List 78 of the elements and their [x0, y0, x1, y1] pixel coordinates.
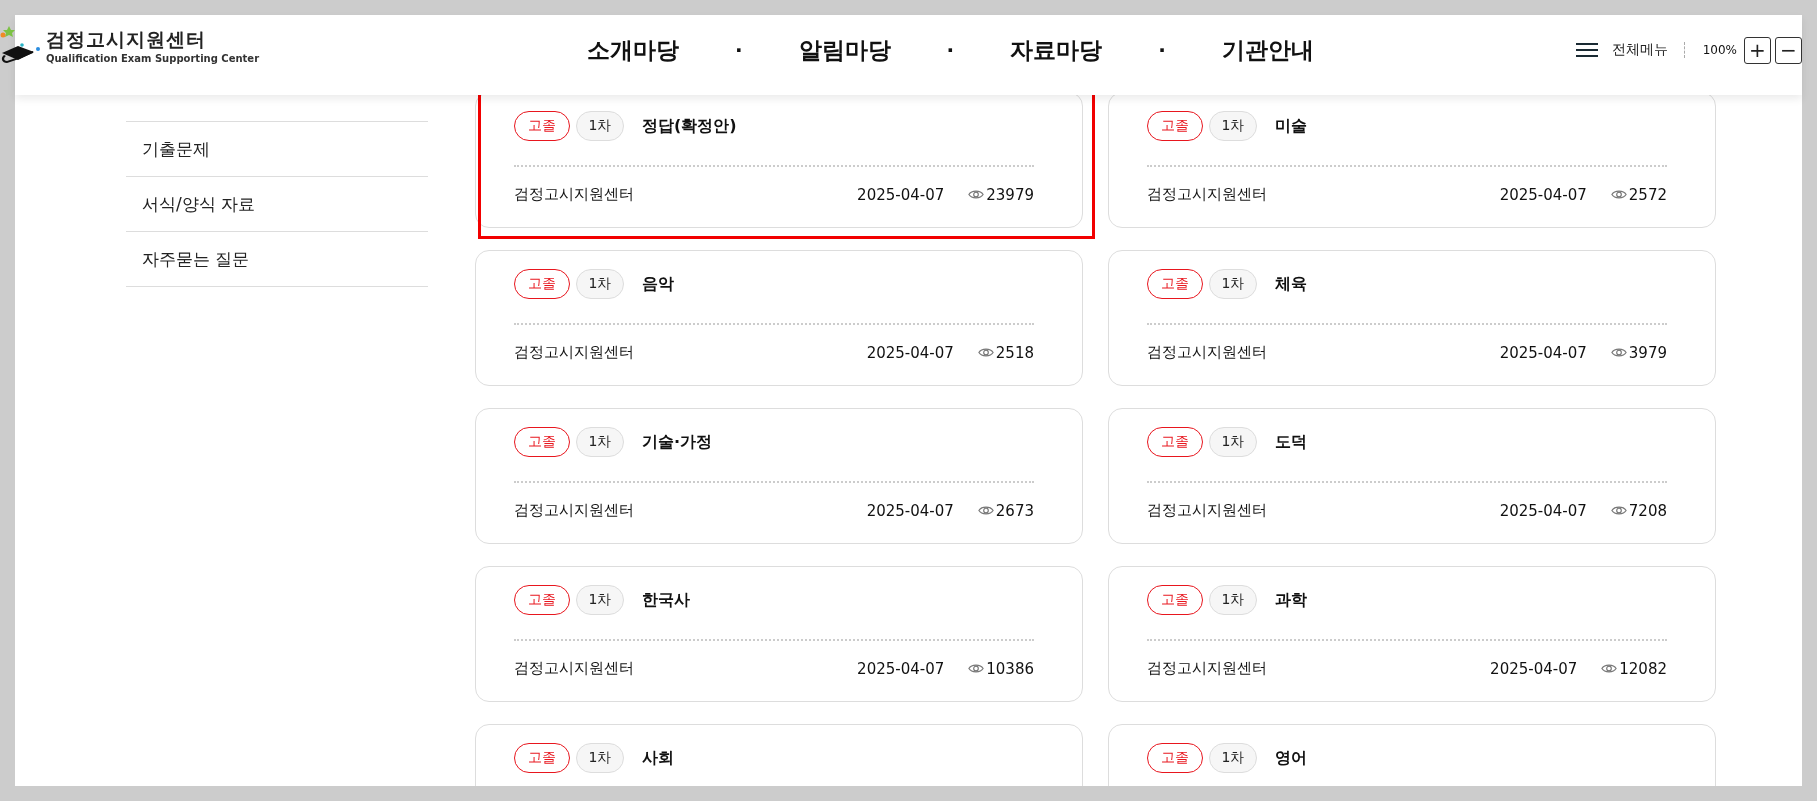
round-tag: 1차	[1209, 743, 1257, 773]
nav-link[interactable]: 기관안내	[1221, 34, 1314, 66]
round-tag: 1차	[1209, 111, 1257, 141]
nav-link[interactable]: 알림마당	[798, 34, 891, 66]
view-count: 3979	[1628, 343, 1667, 362]
post-author: 검정고시지원센터	[514, 185, 635, 204]
nav-separator: ·	[1158, 38, 1166, 62]
post-card[interactable]: 고졸 1차 영어	[1108, 724, 1716, 786]
eye-icon	[977, 505, 994, 516]
level-tag: 고졸	[514, 743, 570, 773]
post-card[interactable]: 고졸 1차 한국사 검정고시지원센터 2025-04-07 10386	[475, 566, 1083, 702]
sidebar-item[interactable]: 서식/양식 자료	[126, 177, 428, 232]
round-tag: 1차	[576, 743, 624, 773]
view-count: 10386	[986, 659, 1034, 678]
eye-icon	[968, 189, 985, 200]
post-date: 2025-04-07	[857, 185, 945, 204]
round-tag: 1차	[1209, 427, 1257, 457]
round-tag: 1차	[1209, 585, 1257, 615]
post-date: 2025-04-07	[857, 659, 945, 678]
view-count: 23979	[986, 185, 1034, 204]
post-date: 2025-04-07	[1499, 185, 1587, 204]
nav-separator: ·	[946, 38, 955, 62]
round-tag: 1차	[576, 111, 624, 141]
sidebar-item[interactable]: 자주묻는 질문	[126, 232, 428, 287]
view-count: 7208	[1628, 501, 1667, 520]
post-card[interactable]: 고졸 1차 사회	[475, 724, 1083, 786]
all-menu-button[interactable]: 전체메뉴	[1575, 41, 1668, 59]
post-date: 2025-04-07	[1490, 659, 1578, 678]
post-date: 2025-04-07	[866, 343, 954, 362]
post-title: 영어	[1275, 747, 1307, 769]
post-card[interactable]: 고졸 1차 과학 검정고시지원센터 2025-04-07 12082	[1108, 566, 1716, 702]
eye-icon	[1610, 189, 1627, 200]
post-card[interactable]: 고졸 1차 음악 검정고시지원센터 2025-04-07 2518	[475, 250, 1083, 386]
nav-link[interactable]: 자료마당	[1010, 34, 1103, 66]
post-author: 검정고시지원센터	[1147, 659, 1268, 678]
eye-icon	[1601, 663, 1618, 674]
nav-separator: ·	[735, 38, 743, 62]
round-tag: 1차	[576, 269, 624, 299]
post-title: 과학	[1275, 589, 1307, 611]
view-count: 2673	[995, 501, 1034, 520]
round-tag: 1차	[1209, 269, 1257, 299]
eye-icon	[977, 347, 994, 358]
nav-link[interactable]: 소개마당	[587, 34, 679, 66]
post-title: 기술·가정	[642, 431, 713, 453]
round-tag: 1차	[576, 427, 624, 457]
post-title: 정답(확정안)	[642, 115, 737, 137]
view-count: 2572	[1628, 185, 1667, 204]
post-title: 사회	[642, 747, 674, 769]
zoom-out-button[interactable]: −	[1775, 36, 1802, 64]
post-author: 검정고시지원센터	[514, 501, 635, 520]
post-author: 검정고시지원센터	[514, 659, 635, 678]
post-card[interactable]: 고졸 1차 도덕 검정고시지원센터 2025-04-07 7208	[1108, 408, 1716, 544]
post-title: 미술	[1275, 115, 1307, 137]
logo-subtitle: Qualification Exam Supporting Center	[46, 52, 260, 64]
post-title: 한국사	[642, 589, 690, 611]
post-date: 2025-04-07	[1499, 501, 1587, 520]
post-date: 2025-04-07	[1499, 343, 1587, 362]
eye-icon	[1610, 505, 1627, 516]
post-title: 도덕	[1275, 431, 1307, 453]
round-tag: 1차	[576, 585, 624, 615]
view-count: 12082	[1619, 659, 1667, 678]
post-author: 검정고시지원센터	[1147, 343, 1268, 362]
zoom-in-button[interactable]: +	[1744, 36, 1771, 64]
menu-icon	[1575, 42, 1598, 58]
view-count: 2518	[995, 343, 1034, 362]
zoom-level: 100%	[1702, 43, 1737, 57]
post-author: 검정고시지원센터	[514, 343, 635, 362]
post-author: 검정고시지원센터	[1147, 501, 1268, 520]
eye-icon	[1610, 347, 1627, 358]
sidebar-item[interactable]: 기출문제	[126, 122, 428, 177]
post-date: 2025-04-07	[866, 501, 954, 520]
post-card[interactable]: 고졸 1차 기술·가정 검정고시지원센터 2025-04-07 2673	[475, 408, 1083, 544]
post-title: 음악	[642, 273, 674, 295]
logo-title[interactable]: 검정고시지원센터	[46, 26, 260, 53]
post-title: 체육	[1275, 273, 1307, 295]
post-card[interactable]: 고졸 1차 체육 검정고시지원센터 2025-04-07 3979	[1108, 250, 1716, 386]
eye-icon	[968, 663, 985, 674]
post-author: 검정고시지원센터	[1147, 185, 1268, 204]
